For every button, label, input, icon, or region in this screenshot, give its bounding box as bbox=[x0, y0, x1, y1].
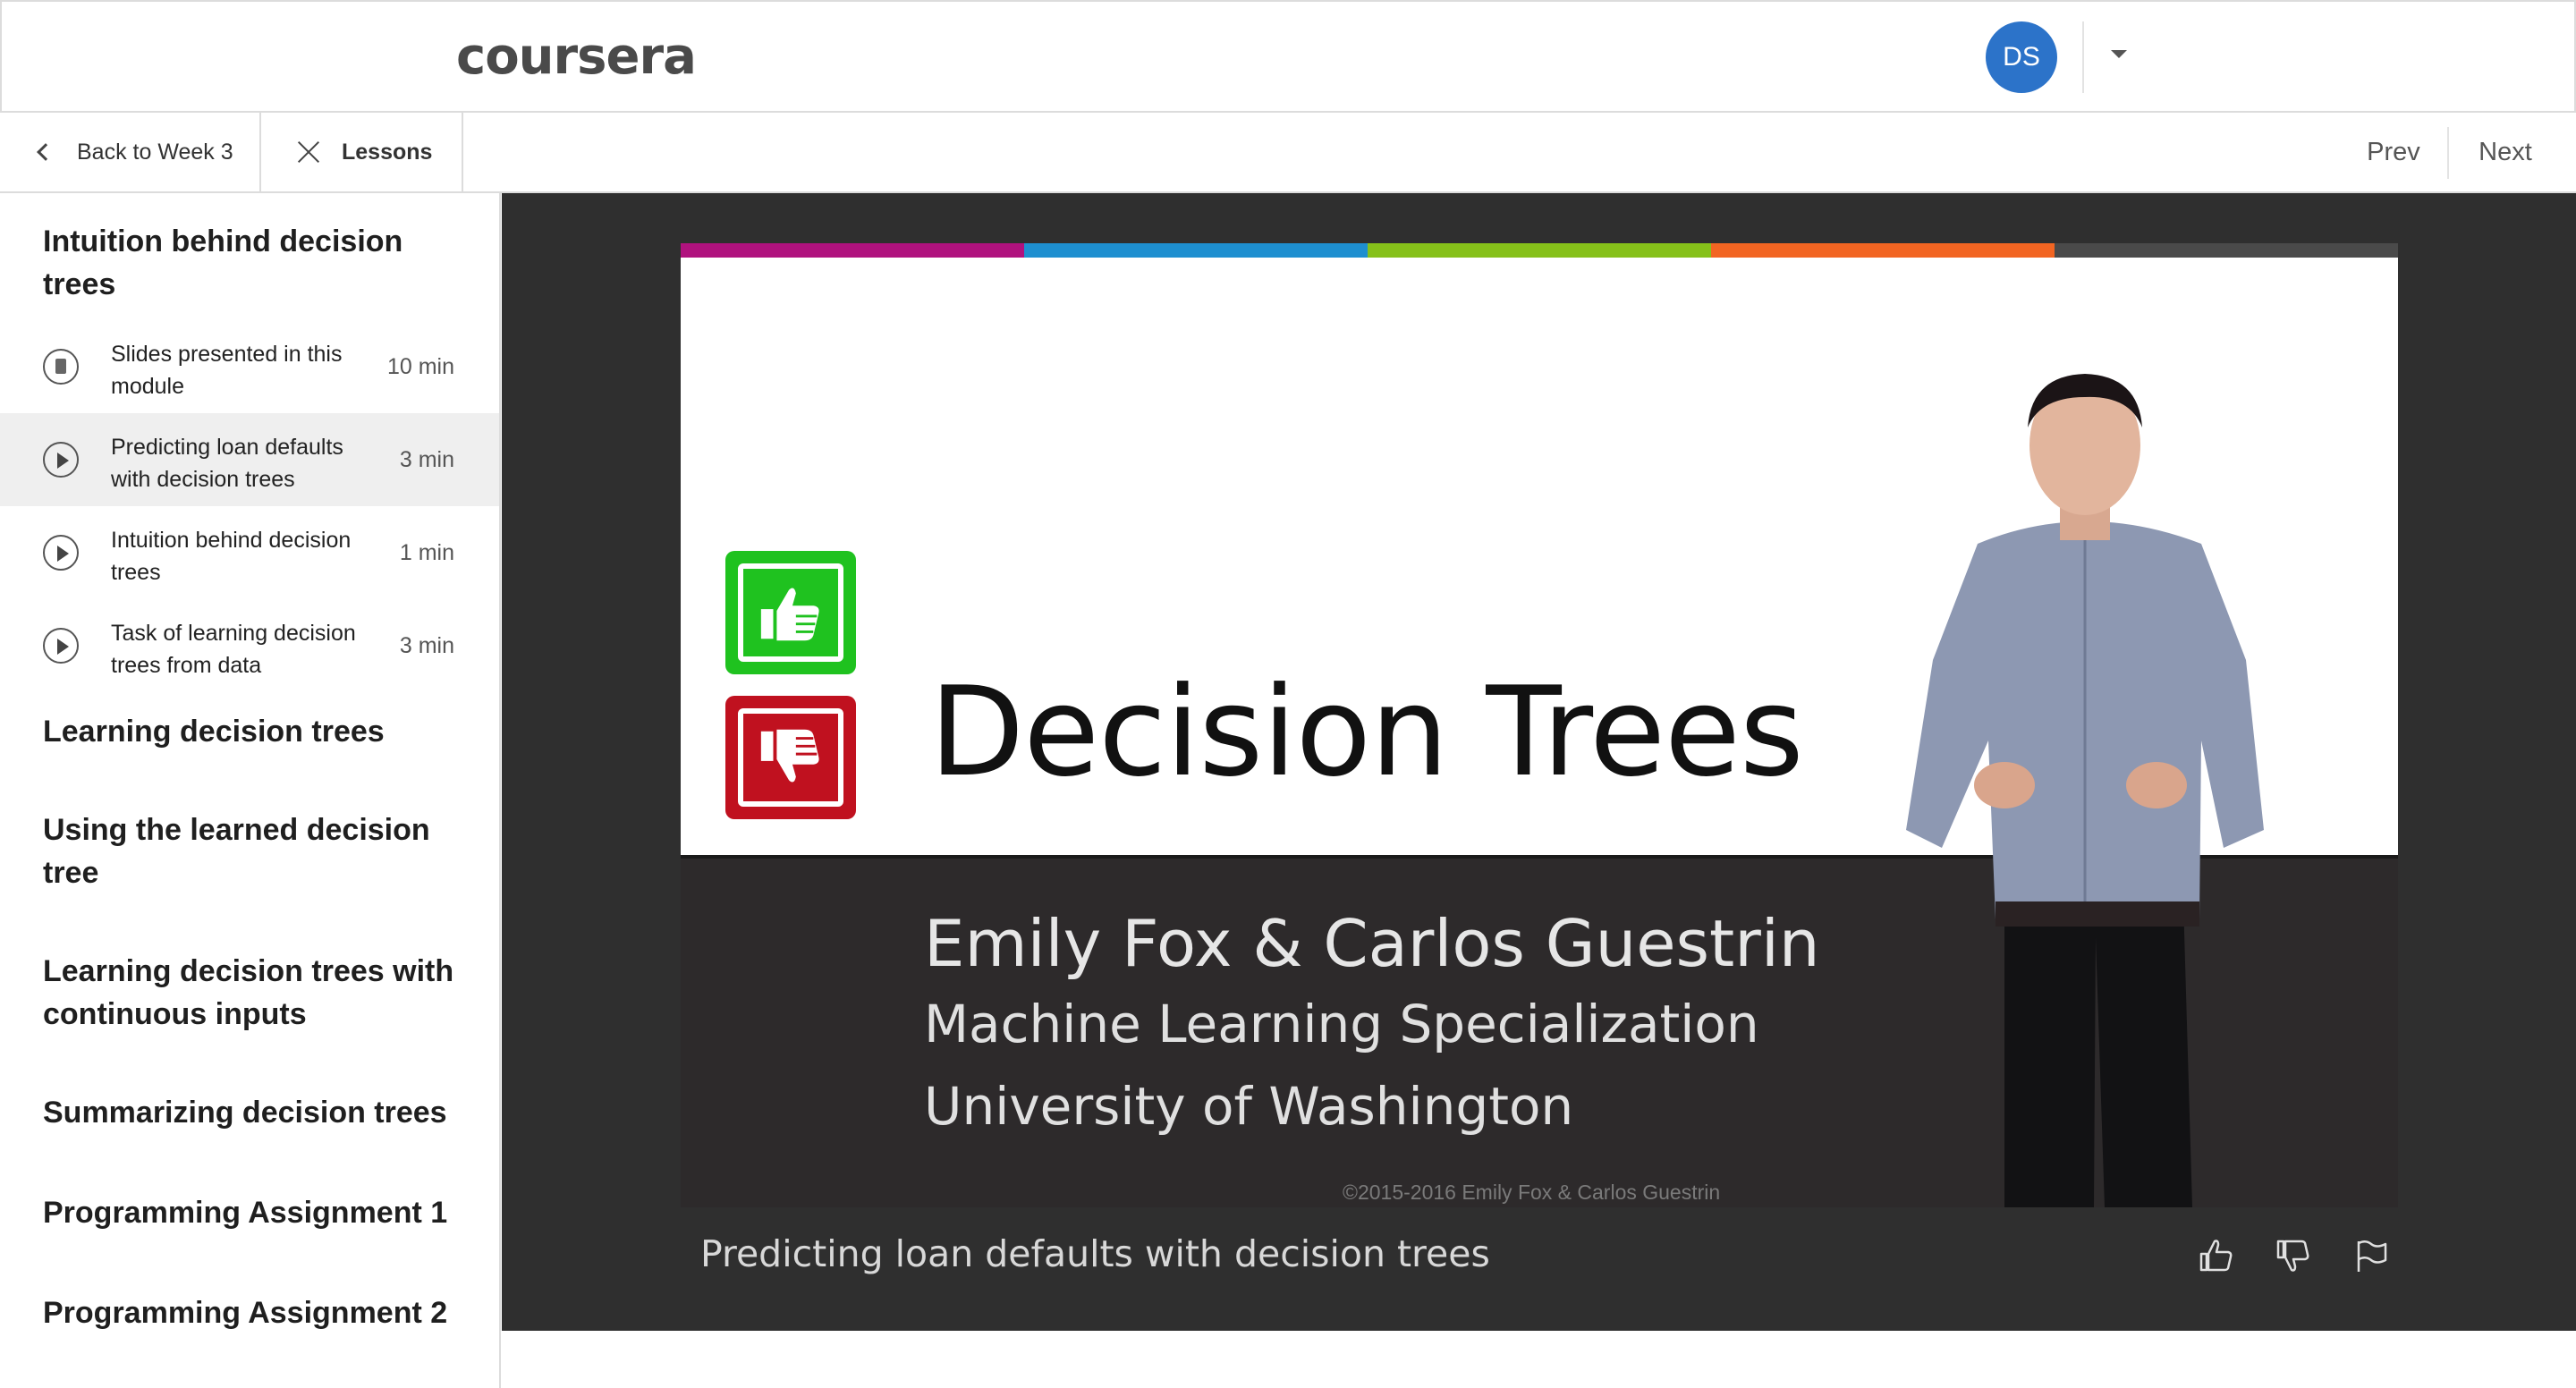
lesson-item-label: Predicting loan defaults with decision t… bbox=[111, 435, 343, 492]
color-stripe bbox=[681, 243, 1024, 258]
thumbs-down-icon bbox=[2276, 1240, 2309, 1272]
module-title[interactable]: Programming Assignment 1 bbox=[0, 1134, 499, 1234]
module-title[interactable]: Programming Assignment 2 bbox=[0, 1234, 499, 1334]
module-title[interactable]: Learning decision trees with continuous … bbox=[0, 894, 499, 1036]
color-stripe bbox=[1711, 243, 2055, 258]
lesson-item-duration: 1 min bbox=[399, 540, 454, 565]
chevron-left-icon bbox=[37, 143, 55, 161]
lesson-item-active[interactable]: Predicting loan defaults with decision t… bbox=[0, 413, 499, 506]
user-avatar[interactable]: DS bbox=[1986, 21, 2057, 93]
lessons-toggle-button[interactable]: Lessons bbox=[261, 113, 463, 191]
video-player[interactable]: Decision Trees Emily Fox & Carlos Guestr… bbox=[681, 243, 2398, 1207]
flag-icon bbox=[2357, 1240, 2387, 1272]
top-header: coursera DS bbox=[0, 0, 2576, 113]
coursera-logo[interactable]: coursera bbox=[456, 30, 697, 84]
like-button[interactable] bbox=[2196, 1236, 2235, 1275]
lesson-item-label: Task of learning decision trees from dat… bbox=[111, 621, 356, 678]
presenter-figure bbox=[1906, 374, 2264, 1207]
thumbs-up-icon bbox=[760, 588, 819, 641]
play-icon bbox=[43, 535, 79, 571]
header-divider bbox=[2082, 21, 2084, 93]
play-icon bbox=[43, 628, 79, 664]
dislike-button[interactable] bbox=[2273, 1236, 2312, 1275]
lesson-item-duration: 10 min bbox=[386, 354, 454, 379]
next-button[interactable]: Next bbox=[2449, 113, 2562, 191]
play-icon bbox=[43, 442, 79, 478]
lesson-item-label: Slides presented in this module bbox=[111, 342, 343, 399]
thumbs-up-graphic bbox=[725, 551, 856, 674]
slide-specialization: Machine Learning Specialization bbox=[924, 994, 1759, 1054]
user-menu-caret-icon[interactable] bbox=[2111, 50, 2127, 58]
close-icon bbox=[297, 140, 320, 164]
video-panel: Decision Trees Emily Fox & Carlos Guestr… bbox=[502, 193, 2576, 1331]
lesson-sidebar: Intuition behind decision trees Slides p… bbox=[0, 193, 501, 1388]
thumbs-up-icon bbox=[2199, 1240, 2233, 1272]
module-title[interactable]: Learning decision trees bbox=[0, 692, 499, 753]
slide-title: Decision Trees bbox=[929, 660, 1804, 804]
lesson-item-duration: 3 min bbox=[399, 633, 454, 658]
module-title[interactable]: Using the learned decision tree bbox=[0, 753, 499, 894]
color-stripe bbox=[1024, 243, 1368, 258]
back-to-week-label: Back to Week 3 bbox=[77, 139, 233, 165]
back-to-week-button[interactable]: Back to Week 3 bbox=[0, 113, 261, 191]
reading-icon bbox=[43, 349, 79, 385]
report-flag-button[interactable] bbox=[2351, 1236, 2391, 1275]
lesson-item-label: Intuition behind decision trees bbox=[111, 528, 352, 585]
module-title-current[interactable]: Intuition behind decision trees bbox=[0, 193, 499, 320]
lesson-item[interactable]: Slides presented in this module 10 min bbox=[0, 320, 499, 413]
lessons-label: Lessons bbox=[342, 139, 433, 165]
thumbs-down-graphic bbox=[725, 696, 856, 819]
lesson-item-duration: 3 min bbox=[399, 447, 454, 472]
prev-button[interactable]: Prev bbox=[2340, 113, 2447, 191]
lesson-nav-bar: Back to Week 3 Lessons Prev Next bbox=[0, 113, 2576, 193]
slide-authors: Emily Fox & Carlos Guestrin bbox=[924, 906, 1820, 981]
slide-copyright: ©2015-2016 Emily Fox & Carlos Guestrin bbox=[1343, 1181, 1721, 1204]
module-title[interactable]: Summarizing decision trees bbox=[0, 1036, 499, 1134]
thumbs-down-icon bbox=[760, 729, 819, 783]
slide-university: University of Washington bbox=[924, 1076, 1574, 1137]
lesson-item[interactable]: Task of learning decision trees from dat… bbox=[0, 599, 499, 692]
color-stripe bbox=[2055, 243, 2398, 258]
color-stripe bbox=[1368, 243, 1711, 258]
lesson-item[interactable]: Intuition behind decision trees 1 min bbox=[0, 506, 499, 599]
video-title: Predicting loan defaults with decision t… bbox=[700, 1232, 1490, 1275]
